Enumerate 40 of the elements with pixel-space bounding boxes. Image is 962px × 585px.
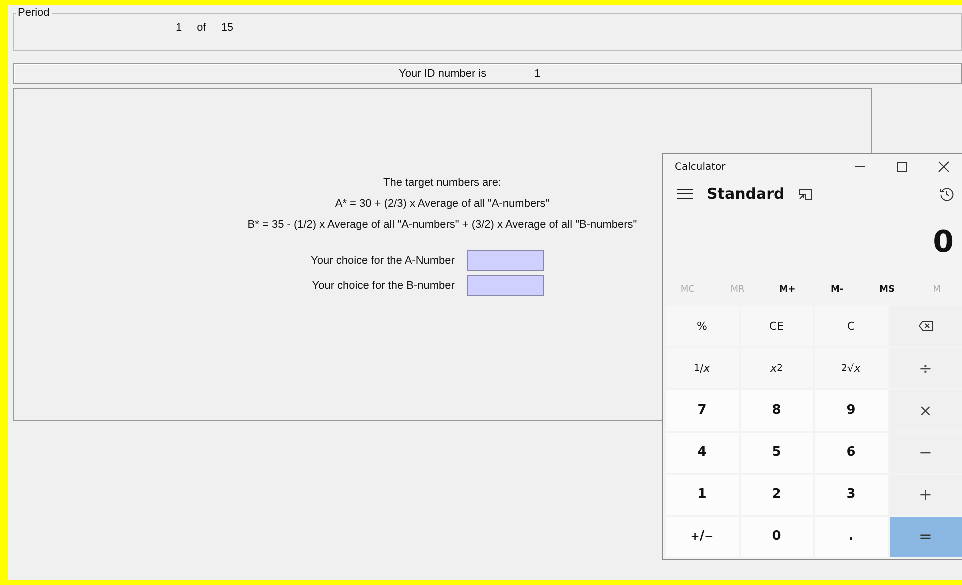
formula-text: B* = 35 - (1/2) x Average of all "A-numbers" + (3/2) x Average of all "B-numbers" bbox=[248, 219, 638, 231]
calculator-key[interactable]: CE bbox=[740, 306, 813, 346]
calculator-key[interactable]: 4 bbox=[666, 432, 738, 473]
keep-on-top-icon[interactable] bbox=[798, 188, 812, 200]
calculator-key[interactable]: % bbox=[666, 306, 738, 346]
calculator-key[interactable]: 2 bbox=[740, 474, 813, 515]
input-label: Your choice for the A-Number bbox=[311, 254, 455, 266]
history-icon[interactable] bbox=[940, 187, 954, 201]
period-current: 1 bbox=[176, 22, 182, 34]
calculator-key[interactable]: 6 bbox=[815, 432, 888, 473]
close-icon[interactable] bbox=[938, 161, 950, 173]
calculator-key[interactable]: 1 bbox=[666, 474, 738, 515]
display-value: 0 bbox=[932, 224, 955, 262]
calculator-key[interactable]: . bbox=[815, 516, 888, 557]
input-field[interactable] bbox=[466, 250, 544, 271]
maximize-icon[interactable] bbox=[896, 161, 908, 173]
calculator-key[interactable]: 5 bbox=[740, 432, 813, 473]
mode-title: Standard bbox=[707, 185, 785, 203]
id-label: Your ID number is bbox=[399, 68, 487, 80]
calculator-key[interactable]: 8 bbox=[740, 390, 813, 430]
input-label: Your choice for the B-number bbox=[312, 280, 455, 292]
memory-button[interactable]: MS bbox=[862, 285, 912, 295]
period-of-label: of bbox=[197, 22, 206, 34]
backspace-icon bbox=[918, 321, 933, 332]
memory-button[interactable]: M+ bbox=[762, 285, 812, 295]
calculator-key[interactable]: C bbox=[815, 306, 888, 346]
period-legend: Period bbox=[16, 7, 52, 19]
menu-icon[interactable] bbox=[677, 189, 693, 199]
memory-button[interactable]: M- bbox=[812, 285, 862, 295]
input-field[interactable] bbox=[466, 275, 544, 296]
instruction-heading: The target numbers are: bbox=[383, 177, 502, 189]
calculator-key[interactable]: 7 bbox=[666, 390, 738, 430]
calculator-key[interactable]: = bbox=[890, 516, 962, 557]
calculator-key[interactable]: 3 bbox=[815, 474, 888, 515]
calculator-key[interactable]: 0 bbox=[740, 516, 813, 557]
id-value: 1 bbox=[534, 68, 541, 80]
formula-text: A* = 30 + (2/3) x Average of all "A-numbers" bbox=[335, 198, 550, 210]
period-total: 15 bbox=[221, 22, 234, 34]
calculator-key[interactable]: 9 bbox=[815, 390, 888, 430]
window-title: Calculator bbox=[675, 162, 727, 172]
